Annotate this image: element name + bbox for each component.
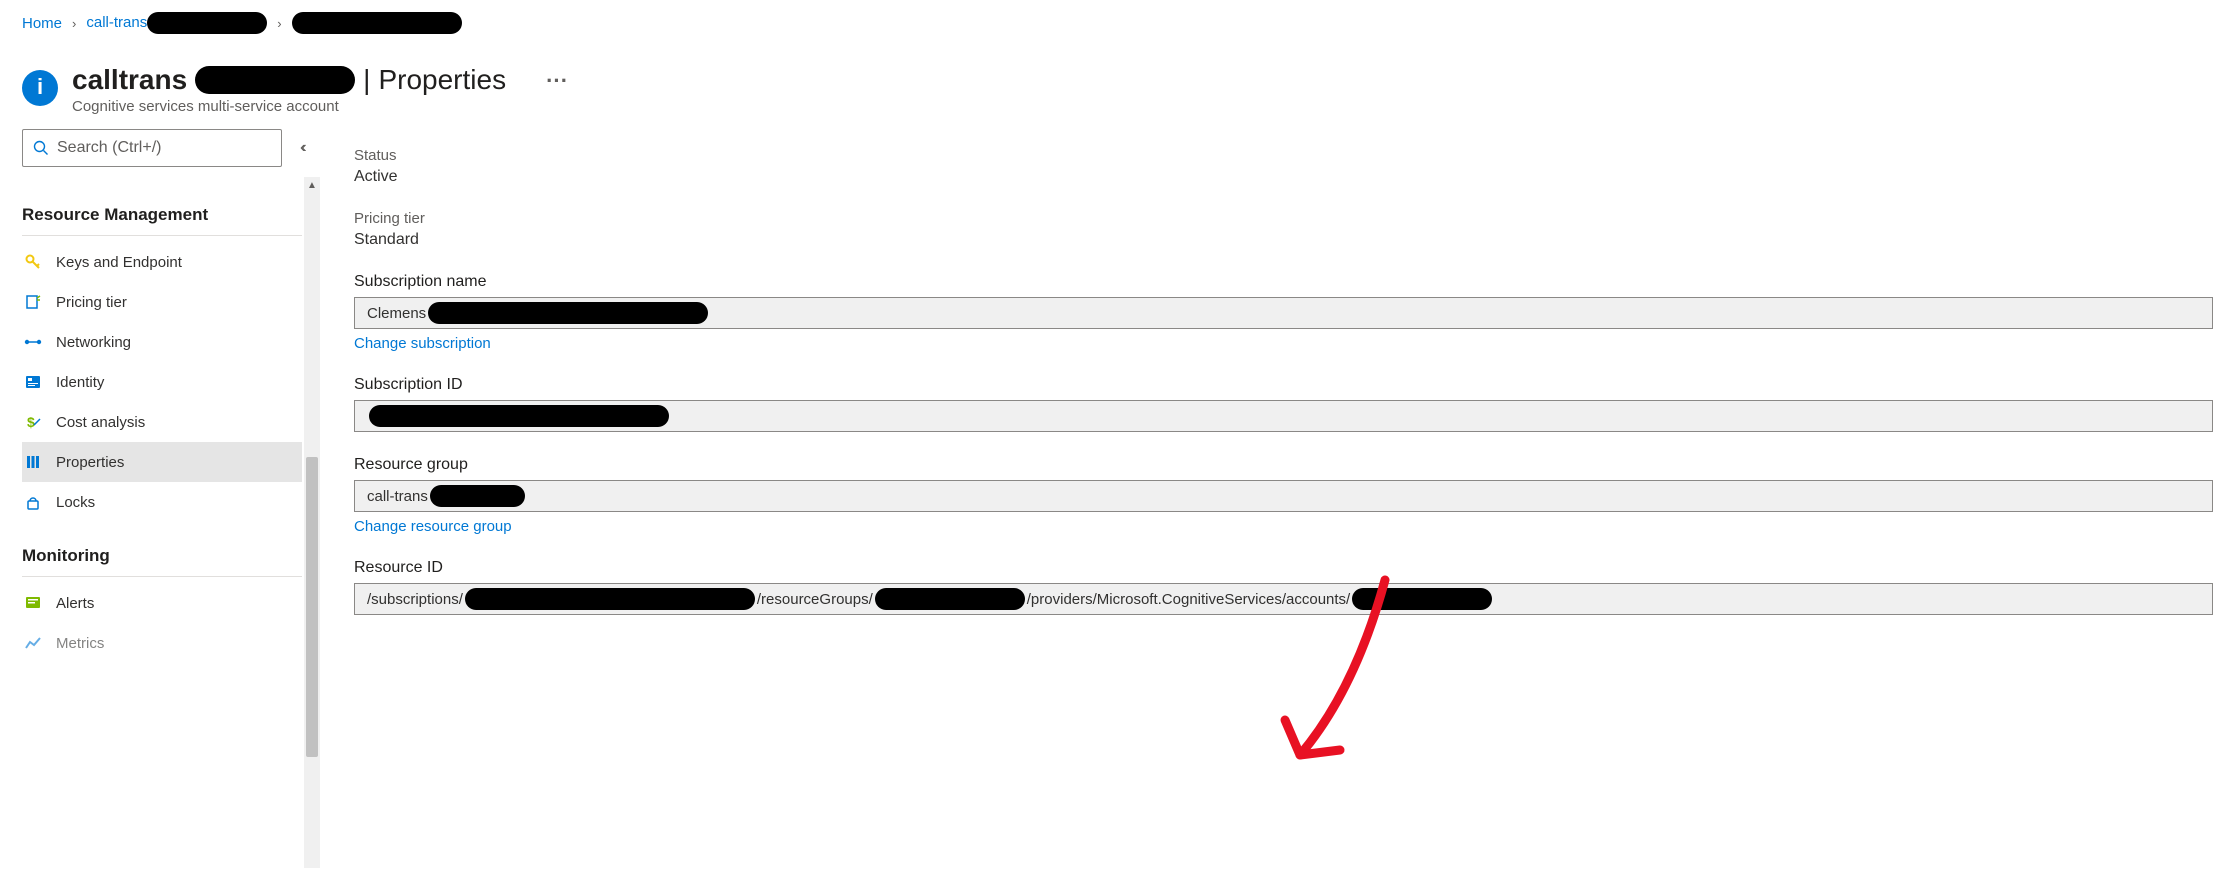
resource-header: i calltrans | Properties ··· Cognitive s…: [0, 40, 2213, 129]
search-input[interactable]: [22, 129, 282, 167]
section-monitoring: Monitoring: [22, 536, 302, 577]
breadcrumb-level2-redacted: [292, 12, 462, 34]
scroll-up-icon[interactable]: ▲: [304, 177, 320, 193]
metrics-icon: [24, 634, 42, 652]
breadcrumb-home[interactable]: Home: [22, 15, 62, 32]
sidebar-item-pricing-tier[interactable]: Pricing tier: [22, 282, 302, 322]
sidebar-item-label: Locks: [56, 494, 95, 511]
sidebar-item-label: Networking: [56, 334, 131, 351]
sidebar-item-label: Pricing tier: [56, 294, 127, 311]
collapse-sidebar-button[interactable]: ‹‹: [300, 139, 303, 157]
sidebar-item-alerts[interactable]: Alerts: [22, 583, 302, 623]
search-field[interactable]: [57, 139, 271, 157]
more-button[interactable]: ···: [546, 64, 568, 94]
sidebar-item-label: Metrics: [56, 635, 104, 652]
properties-icon: [24, 453, 42, 471]
resource-id-label: Resource ID: [354, 559, 2213, 577]
sidebar-item-label: Keys and Endpoint: [56, 254, 182, 271]
lock-icon: [24, 493, 42, 511]
resource-id-field[interactable]: /subscriptions/ /resourceGroups/ /provid…: [354, 583, 2213, 615]
search-icon: [33, 140, 49, 156]
tag-icon: [24, 293, 42, 311]
sidebar-item-identity[interactable]: Identity: [22, 362, 302, 402]
subscription-id-label: Subscription ID: [354, 376, 2213, 394]
sidebar-item-keys-endpoint[interactable]: Keys and Endpoint: [22, 242, 302, 282]
resource-group-field[interactable]: call-trans: [354, 480, 2213, 512]
breadcrumb: Home › call-trans ›: [0, 0, 2213, 40]
scrollbar-thumb[interactable]: [306, 457, 318, 757]
status-value: Active: [354, 168, 2213, 186]
key-icon: [24, 253, 42, 271]
properties-panel: Status Active Pricing tier Standard Subs…: [320, 129, 2213, 868]
chevron-right-icon: ›: [72, 16, 76, 31]
sidebar-item-label: Cost analysis: [56, 414, 145, 431]
pricing-tier-label: Pricing tier: [354, 210, 2213, 227]
sidebar-item-properties[interactable]: Properties: [22, 442, 302, 482]
cost-icon: $: [24, 413, 42, 431]
chevron-right-icon: ›: [277, 16, 281, 31]
sidebar-item-label: Alerts: [56, 595, 94, 612]
sidebar-item-metrics[interactable]: Metrics: [22, 623, 302, 663]
resource-group-label: Resource group: [354, 456, 2213, 474]
subscription-name-label: Subscription name: [354, 273, 2213, 291]
alerts-icon: [24, 594, 42, 612]
change-subscription-link[interactable]: Change subscription: [354, 335, 491, 352]
network-icon: [24, 333, 42, 351]
section-resource-management: Resource Management: [22, 195, 302, 236]
status-label: Status: [354, 147, 2213, 164]
identity-icon: [24, 373, 42, 391]
resource-type-label: Cognitive services multi-service account: [72, 98, 568, 115]
sidebar-item-locks[interactable]: Locks: [22, 482, 302, 522]
subscription-name-field[interactable]: Clemens: [354, 297, 2213, 329]
sidebar-item-networking[interactable]: Networking: [22, 322, 302, 362]
svg-text:$: $: [27, 414, 35, 430]
change-resource-group-link[interactable]: Change resource group: [354, 518, 512, 535]
info-icon: i: [22, 70, 58, 106]
sidebar: ‹‹ Resource Management Keys and Endpoint…: [0, 129, 320, 868]
sidebar-item-cost-analysis[interactable]: $ Cost analysis: [22, 402, 302, 442]
sidebar-item-label: Properties: [56, 454, 124, 471]
sidebar-item-label: Identity: [56, 374, 104, 391]
page-title: calltrans | Properties ···: [72, 64, 568, 96]
subscription-id-field[interactable]: [354, 400, 2213, 432]
pricing-tier-value: Standard: [354, 231, 2213, 249]
breadcrumb-level1[interactable]: call-trans: [86, 12, 267, 34]
sidebar-scrollbar[interactable]: ▲: [304, 177, 320, 868]
